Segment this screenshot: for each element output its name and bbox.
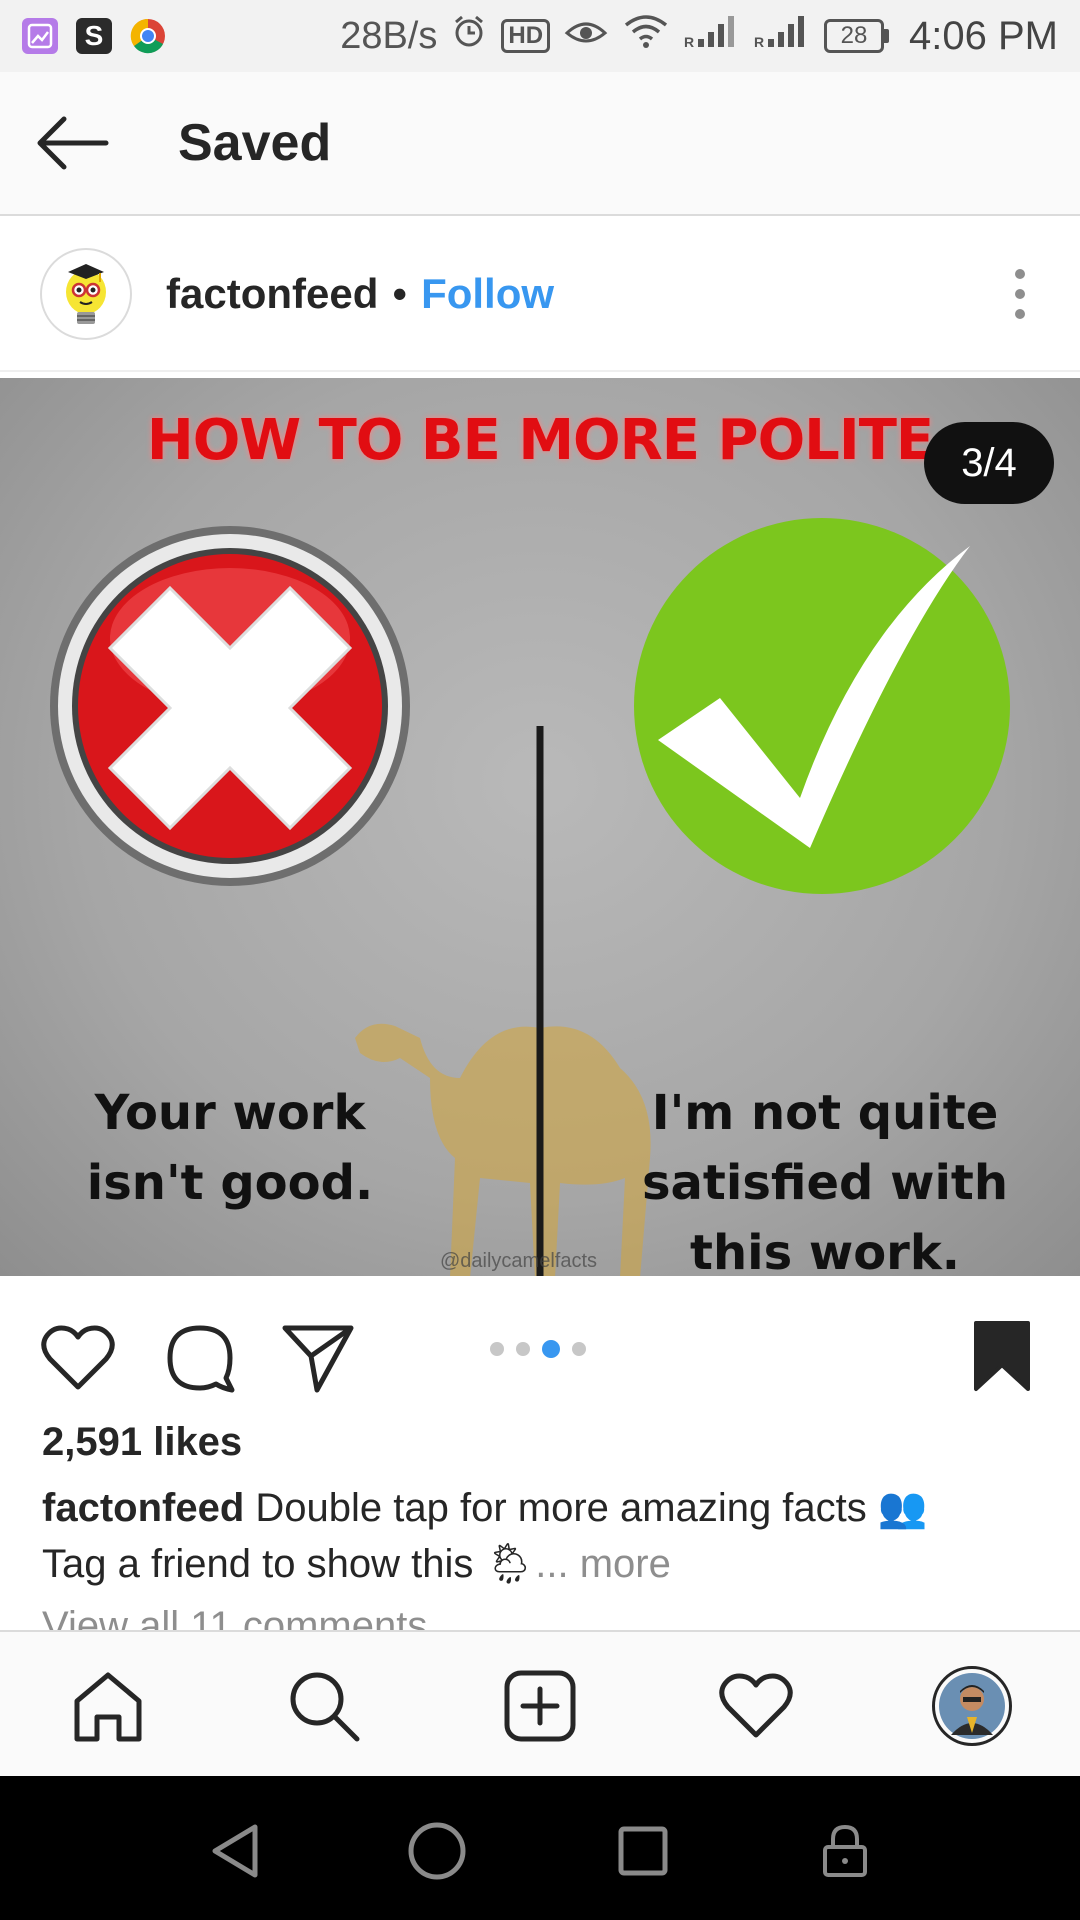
- carousel-counter: 3/4: [924, 422, 1054, 504]
- carousel-indicator: [490, 1340, 586, 1358]
- more-vertical-icon: [1015, 269, 1025, 279]
- more-options-button[interactable]: [1000, 254, 1040, 334]
- like-button[interactable]: [38, 1318, 118, 1398]
- post-username[interactable]: factonfeed: [166, 270, 378, 318]
- signal-icon: R: [684, 13, 740, 59]
- square-recents-icon: [618, 1826, 668, 1876]
- image-watermark: @dailycamelfacts: [440, 1250, 598, 1272]
- caption-text-2: Tag a friend to show this: [42, 1542, 474, 1586]
- nav-search[interactable]: [280, 1662, 368, 1750]
- back-button[interactable]: [22, 93, 122, 193]
- save-button[interactable]: [962, 1314, 1042, 1398]
- lock-icon: [823, 1824, 867, 1877]
- system-navigation-bar: [0, 1776, 1080, 1920]
- heart-icon: [41, 1325, 115, 1390]
- clock: 4:06 PM: [909, 13, 1058, 58]
- arrow-left-icon: [37, 116, 109, 170]
- caption-username[interactable]: factonfeed: [42, 1486, 244, 1530]
- separator-dot: •: [392, 270, 408, 317]
- image-caption-left: Your work isn't good.: [86, 1085, 374, 1211]
- post-author-avatar[interactable]: [40, 248, 132, 340]
- circle-home-icon: [408, 1822, 466, 1880]
- triangle-back-icon: [212, 1824, 258, 1878]
- s-app-icon: S: [76, 18, 112, 54]
- carousel-dot-active: [542, 1340, 560, 1358]
- svg-text:R: R: [754, 34, 764, 49]
- gallery-app-icon: [22, 18, 58, 54]
- network-speed: 28B/s: [340, 14, 438, 57]
- carousel-dot: [490, 1342, 504, 1356]
- image-title: HOW TO BE MORE POLITE: [146, 408, 934, 473]
- share-button[interactable]: [278, 1318, 358, 1398]
- battery-icon: 28: [824, 19, 890, 53]
- view-comments-link[interactable]: View all 11 comments: [42, 1604, 427, 1630]
- caption-more-link[interactable]: ... more: [535, 1542, 671, 1586]
- paper-plane-icon: [282, 1325, 354, 1393]
- system-back-button[interactable]: [200, 1816, 270, 1886]
- svg-text:R: R: [684, 34, 694, 49]
- check-mark-icon: [634, 518, 1010, 894]
- post-image[interactable]: HOW TO BE MORE POLITE 3/4 Your work isn'…: [0, 378, 1080, 1276]
- nav-profile[interactable]: [928, 1662, 1016, 1750]
- system-lock-button[interactable]: [810, 1816, 880, 1886]
- system-recents-button[interactable]: [608, 1816, 678, 1886]
- page-title: Saved: [178, 114, 332, 172]
- status-bar: S 28B/s HD R R 28 4:06 PM: [0, 0, 1080, 72]
- comment-bubble-icon: [167, 1325, 235, 1393]
- user-photo-avatar: [939, 1673, 1005, 1739]
- battery-level: 28: [824, 19, 885, 53]
- carousel-dot: [516, 1342, 530, 1356]
- nav-home[interactable]: [64, 1662, 152, 1750]
- image-caption-right: I'm not quite satisfied with this work.: [641, 1085, 1009, 1276]
- lightbulb-avatar-icon: [66, 264, 106, 324]
- caption-text: Double tap for more amazing facts: [255, 1486, 867, 1530]
- nav-new-post[interactable]: [496, 1662, 584, 1750]
- comment-button[interactable]: [160, 1318, 240, 1398]
- search-icon: [290, 1672, 360, 1742]
- weather-emoji: 🌦: [484, 1542, 536, 1586]
- bottom-navigation: [0, 1630, 1080, 1776]
- system-home-button[interactable]: [402, 1816, 472, 1886]
- bookmark-filled-icon: [974, 1321, 1030, 1391]
- people-emoji: 👥: [877, 1486, 928, 1530]
- home-icon: [74, 1672, 142, 1742]
- chrome-icon: [130, 18, 166, 54]
- likes-count[interactable]: 2,591 likes: [42, 1420, 242, 1465]
- eye-icon: [564, 13, 608, 59]
- post-header: factonfeed • Follow: [0, 218, 1080, 372]
- alarm-icon: [451, 13, 487, 59]
- cross-mark-icon: [50, 526, 410, 886]
- activity-heart-icon: [719, 1673, 793, 1738]
- add-post-icon: [504, 1670, 576, 1742]
- hd-badge: HD: [501, 19, 551, 53]
- wifi-icon: [622, 13, 670, 59]
- post-actions: [0, 1276, 1080, 1426]
- signal-icon: R: [754, 13, 810, 59]
- profile-avatar: [932, 1666, 1012, 1746]
- post-caption: factonfeed Double tap for more amazing f…: [42, 1480, 1042, 1592]
- follow-button[interactable]: Follow: [421, 270, 554, 318]
- carousel-dot: [572, 1342, 586, 1356]
- nav-activity[interactable]: [712, 1662, 800, 1750]
- top-app-bar: Saved: [0, 72, 1080, 216]
